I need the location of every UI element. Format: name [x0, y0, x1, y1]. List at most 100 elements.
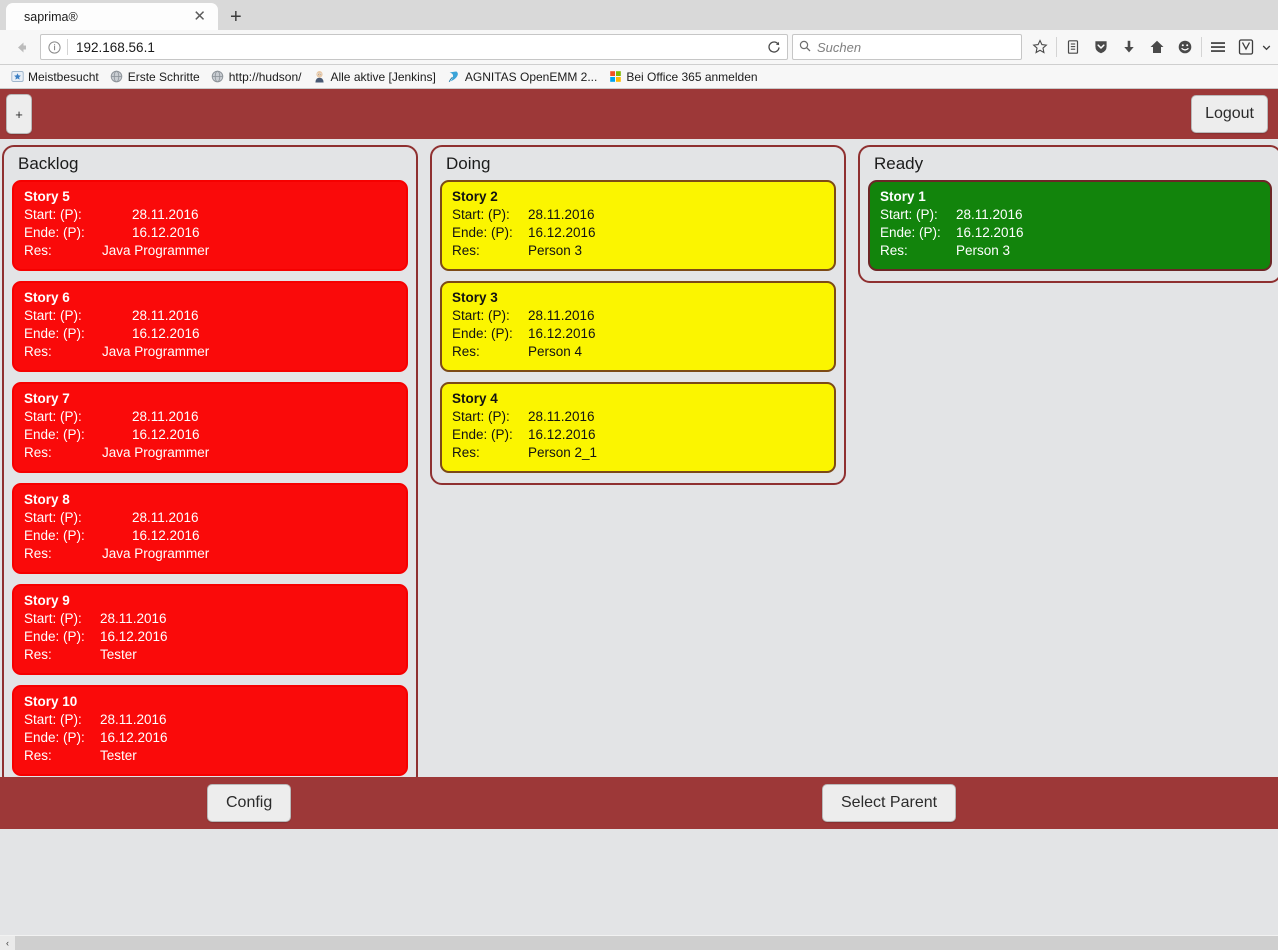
- story-card[interactable]: Story 8 Start: (P): 28.11.2016 Ende: (P)…: [12, 483, 408, 574]
- start-value: 28.11.2016: [956, 207, 1023, 222]
- bookmark-openemm[interactable]: AGNITAS OpenEMM 2...: [443, 70, 601, 84]
- card-res-row: Res: Person 3: [452, 242, 824, 260]
- column-backlog: Backlog Story 5 Start: (P): 28.11.2016 E…: [2, 145, 418, 788]
- downloads-arrow-icon[interactable]: [1115, 33, 1143, 61]
- story-card[interactable]: Story 2 Start: (P): 28.11.2016 Ende: (P)…: [440, 180, 836, 271]
- add-button[interactable]: +: [6, 94, 32, 134]
- tab-strip: saprima® ✕ +: [0, 0, 1278, 30]
- card-ende-row: Ende: (P): 16.12.2016: [24, 224, 396, 242]
- start-label: Start: (P):: [24, 308, 82, 323]
- start-label: Start: (P):: [880, 207, 938, 222]
- card-ende-row: Ende: (P): 16.12.2016: [452, 325, 824, 343]
- res-value: Tester: [100, 748, 137, 763]
- card-res-row: Res: Tester: [24, 646, 396, 664]
- card-title: Story 8: [24, 492, 70, 507]
- card-res-row: Res: Java Programmer: [24, 343, 396, 361]
- back-arrow-icon[interactable]: [6, 32, 36, 62]
- url-text: 192.168.56.1: [76, 39, 155, 55]
- column-title: Ready: [874, 154, 924, 173]
- column-doing: Doing Story 2 Start: (P): 28.11.2016 End…: [430, 145, 846, 485]
- openemm-icon: [447, 70, 461, 84]
- site-info-icon[interactable]: [41, 40, 67, 54]
- hamburger-menu-icon[interactable]: [1204, 33, 1232, 61]
- tab-title: saprima®: [24, 9, 78, 24]
- ende-value: 16.12.2016: [956, 225, 1024, 240]
- ende-value: 16.12.2016: [100, 629, 168, 644]
- sync-smiley-icon[interactable]: [1171, 33, 1199, 61]
- ende-value: 16.12.2016: [132, 528, 200, 543]
- card-title: Story 6: [24, 290, 70, 305]
- browser-tab-saprima[interactable]: saprima® ✕: [6, 3, 218, 30]
- story-card[interactable]: Story 4 Start: (P): 28.11.2016 Ende: (P)…: [440, 382, 836, 473]
- story-card[interactable]: Story 7 Start: (P): 28.11.2016 Ende: (P)…: [12, 382, 408, 473]
- bookmark-star-icon[interactable]: [1026, 33, 1054, 61]
- card-start-row: Start: (P): 28.11.2016: [24, 509, 396, 527]
- config-button[interactable]: Config: [207, 784, 292, 822]
- card-res-row: Res: Person 2_1: [452, 444, 824, 462]
- res-label: Res:: [24, 344, 52, 359]
- card-title: Story 5: [24, 189, 70, 204]
- card-res-row: Res: Person 4: [452, 343, 824, 361]
- res-label: Res:: [452, 344, 480, 359]
- bookmark-erste-schritte[interactable]: Erste Schritte: [106, 70, 204, 84]
- start-value: 28.11.2016: [100, 712, 167, 727]
- start-label: Start: (P):: [24, 510, 82, 525]
- start-value: 28.11.2016: [528, 409, 595, 424]
- bookmark-office365[interactable]: Bei Office 365 anmelden: [604, 70, 761, 84]
- app-header: + Logout: [0, 89, 1278, 139]
- card-ende-row: Ende: (P): 16.12.2016: [24, 628, 396, 646]
- ende-value: 16.12.2016: [528, 326, 596, 341]
- story-card[interactable]: Story 1 Start: (P): 28.11.2016 Ende: (P)…: [868, 180, 1272, 271]
- page-content: + Logout Backlog Story 5 Start: (P): 28.…: [0, 89, 1278, 950]
- res-value: Java Programmer: [102, 243, 210, 258]
- ende-label: Ende: (P):: [24, 528, 85, 543]
- ende-value: 16.12.2016: [132, 225, 200, 240]
- pocket-shield-icon[interactable]: [1087, 33, 1115, 61]
- new-tab-button[interactable]: +: [220, 7, 252, 30]
- bookmark-jenkins[interactable]: Alle aktive [Jenkins]: [308, 70, 439, 84]
- start-value: 28.11.2016: [132, 308, 199, 323]
- bookmarks-bar: Meistbesucht Erste Schritte http://hudso…: [0, 65, 1278, 89]
- home-icon[interactable]: [1143, 33, 1171, 61]
- start-value: 28.11.2016: [132, 409, 199, 424]
- card-start-row: Start: (P): 28.11.2016: [452, 206, 824, 224]
- horizontal-scrollbar[interactable]: ‹: [0, 935, 1278, 950]
- reload-icon[interactable]: [761, 40, 787, 54]
- start-label: Start: (P):: [452, 207, 510, 222]
- app-footer: Config Select Parent: [0, 777, 1278, 829]
- res-label: Res:: [24, 546, 52, 561]
- story-card[interactable]: Story 3 Start: (P): 28.11.2016 Ende: (P)…: [440, 281, 836, 372]
- bookmark-label: AGNITAS OpenEMM 2...: [464, 69, 598, 84]
- card-title: Story 3: [452, 290, 498, 305]
- bookmark-hudson[interactable]: http://hudson/: [207, 70, 306, 84]
- res-value: Person 4: [528, 344, 583, 359]
- story-card[interactable]: Story 10 Start: (P): 28.11.2016 Ende: (P…: [12, 685, 408, 776]
- select-parent-button[interactable]: Select Parent: [822, 784, 957, 822]
- scroll-left-arrow-icon[interactable]: ‹: [0, 935, 15, 950]
- ende-label: Ende: (P):: [24, 225, 85, 240]
- toolbar-divider: [1056, 37, 1057, 57]
- jenkins-butler-icon: [312, 70, 326, 84]
- search-input[interactable]: Suchen: [817, 40, 861, 55]
- card-res-row: Res: Java Programmer: [24, 545, 396, 563]
- res-value: Person 3: [956, 243, 1011, 258]
- story-card[interactable]: Story 5 Start: (P): 28.11.2016 Ende: (P)…: [12, 180, 408, 271]
- ende-label: Ende: (P):: [24, 326, 85, 341]
- ende-label: Ende: (P):: [24, 427, 85, 442]
- search-bar[interactable]: Suchen: [792, 34, 1022, 60]
- close-icon[interactable]: ✕: [189, 9, 210, 24]
- chevron-down-icon[interactable]: [1260, 33, 1272, 61]
- reading-list-icon[interactable]: [1059, 33, 1087, 61]
- bookmark-meistbesucht[interactable]: Meistbesucht: [6, 70, 103, 84]
- card-start-row: Start: (P): 28.11.2016: [24, 610, 396, 628]
- story-card[interactable]: Story 9 Start: (P): 28.11.2016 Ende: (P)…: [12, 584, 408, 675]
- story-card[interactable]: Story 6 Start: (P): 28.11.2016 Ende: (P)…: [12, 281, 408, 372]
- ende-label: Ende: (P):: [880, 225, 941, 240]
- firefox-account-icon[interactable]: [1232, 33, 1260, 61]
- logout-button[interactable]: Logout: [1191, 95, 1268, 133]
- card-ende-row: Ende: (P): 16.12.2016: [452, 426, 824, 444]
- scrollbar-thumb[interactable]: [15, 935, 1278, 950]
- globe-icon: [110, 70, 124, 84]
- res-label: Res:: [880, 243, 908, 258]
- address-bar[interactable]: 192.168.56.1: [40, 34, 788, 60]
